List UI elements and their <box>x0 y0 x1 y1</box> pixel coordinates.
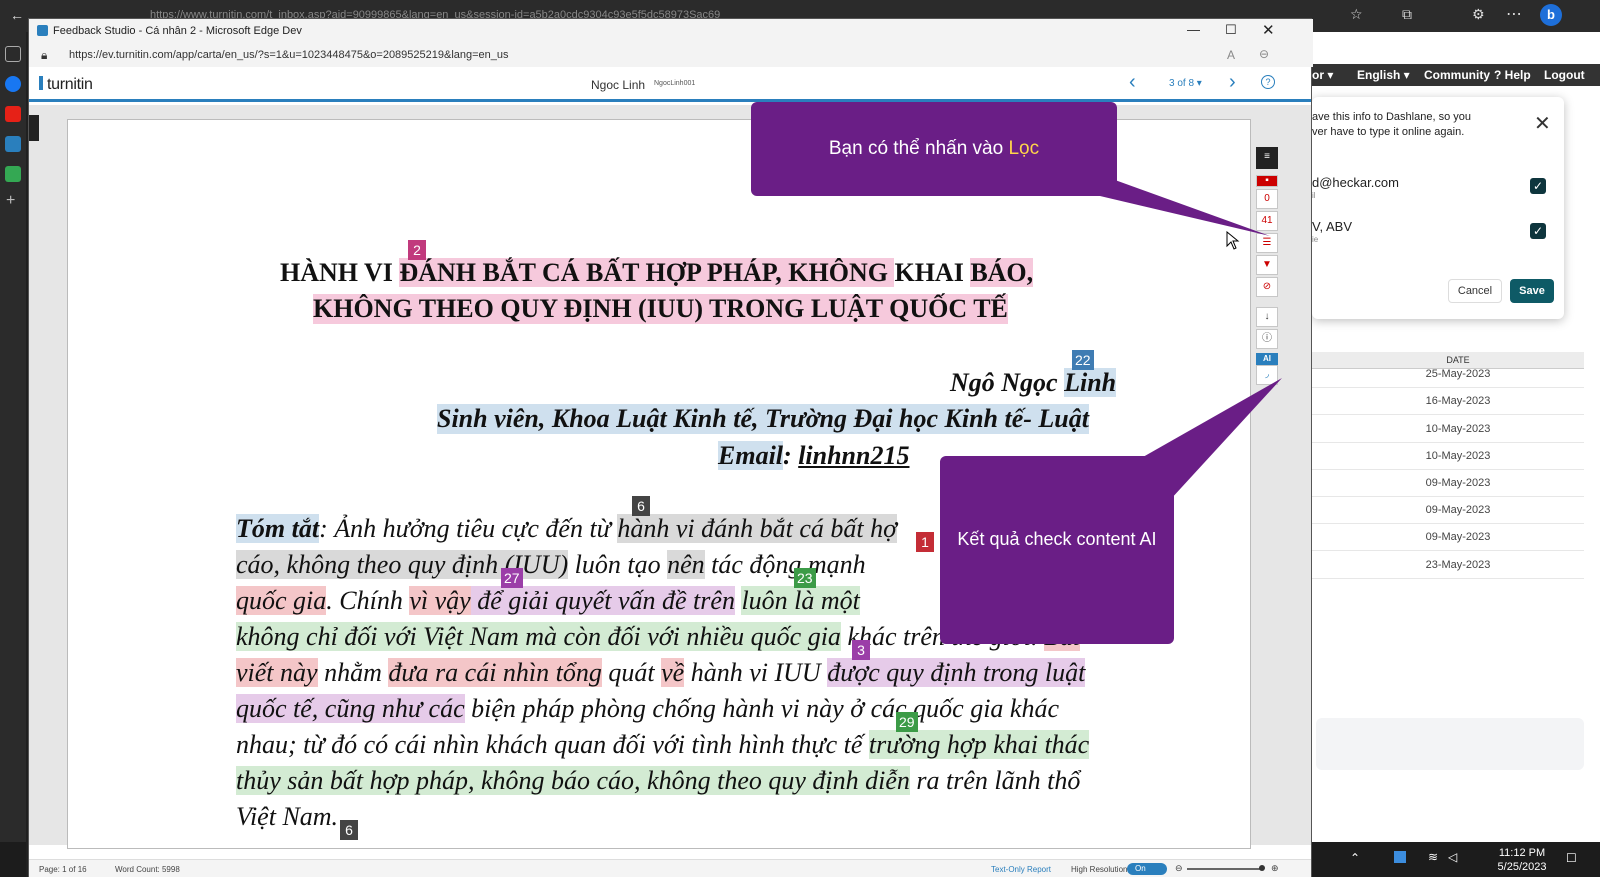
ai-result-callout: Kết quả check content AI <box>940 456 1174 644</box>
callout-1-pointer <box>1100 180 1270 236</box>
ai-result-text: Kết quả check content AI <box>957 529 1157 549</box>
filter-hint-callout: Bạn có thể nhấn vào Lọc <box>751 102 1117 196</box>
filter-hint-highlight: Lọc <box>1008 138 1040 159</box>
mouse-cursor-icon <box>1226 231 1240 250</box>
filter-hint-text: Bạn có thể nhấn vào <box>828 138 1009 159</box>
